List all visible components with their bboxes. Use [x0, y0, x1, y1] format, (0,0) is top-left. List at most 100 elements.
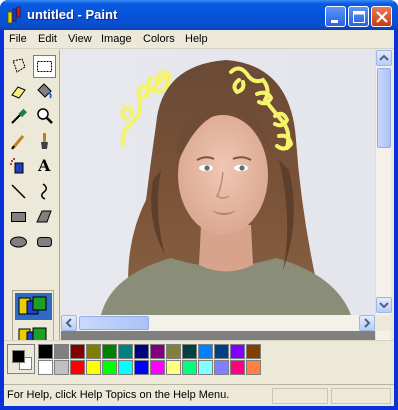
line-icon: [11, 184, 26, 199]
scroll-up-button[interactable]: [376, 50, 392, 66]
eraser-icon: [11, 86, 26, 99]
palette-swatch[interactable]: [182, 360, 197, 375]
ellipse-icon: [10, 236, 27, 248]
tool-free-form-select[interactable]: [7, 55, 30, 78]
brush-icon: [41, 133, 48, 149]
fill-bucket-icon: [37, 83, 52, 99]
airbrush-icon: [10, 158, 24, 174]
palette-swatch[interactable]: [102, 344, 117, 359]
palette-swatch[interactable]: [214, 344, 229, 359]
menu-colors[interactable]: Colors: [143, 33, 175, 45]
scroll-left-button[interactable]: [61, 315, 77, 331]
scroll-down-button[interactable]: [376, 297, 392, 313]
palette-swatch[interactable]: [102, 360, 117, 375]
palette-swatch[interactable]: [166, 344, 181, 359]
menu-view[interactable]: View: [68, 33, 92, 45]
tool-eraser[interactable]: [7, 80, 30, 103]
tool-rectangle[interactable]: [7, 205, 30, 228]
toolbox: A: [4, 50, 60, 358]
tool-polygon[interactable]: [33, 205, 56, 228]
tool-airbrush[interactable]: [7, 155, 30, 178]
minimize-button[interactable]: [325, 6, 346, 27]
palette-swatch[interactable]: [150, 344, 165, 359]
color-palette: [4, 340, 394, 382]
palette-swatch[interactable]: [134, 344, 149, 359]
tool-magnifier[interactable]: [33, 105, 56, 128]
chevron-down-icon: [379, 302, 389, 309]
palette-swatch[interactable]: [70, 360, 85, 375]
palette-swatch[interactable]: [246, 360, 261, 375]
menu-bar: File Edit View Image Colors Help: [4, 30, 394, 49]
paint-app-icon: [6, 6, 22, 24]
palette-swatch[interactable]: [214, 360, 229, 375]
tool-rounded-rectangle[interactable]: [33, 230, 56, 253]
palette-swatch[interactable]: [150, 360, 165, 375]
minimize-icon: [331, 20, 338, 23]
rounded-rectangle-icon: [37, 237, 52, 247]
window-title: untitled - Paint: [27, 7, 118, 22]
maximize-button[interactable]: [348, 6, 369, 27]
rectangle-icon: [11, 212, 26, 222]
polygon-icon: [36, 210, 52, 223]
chevron-left-icon: [65, 318, 72, 328]
palette-swatch[interactable]: [182, 344, 197, 359]
palette-swatch[interactable]: [198, 344, 213, 359]
foreground-color-swatch[interactable]: [12, 350, 25, 363]
current-colors: [7, 344, 35, 374]
palette-swatch[interactable]: [246, 344, 261, 359]
palette-swatch[interactable]: [38, 360, 53, 375]
palette-swatch[interactable]: [230, 344, 245, 359]
eyedropper-icon: [11, 108, 27, 124]
close-button[interactable]: [371, 6, 392, 27]
tool-pencil[interactable]: [7, 130, 30, 153]
close-icon: [376, 11, 388, 23]
option-opaque[interactable]: [15, 293, 52, 320]
pencil-icon: [11, 135, 25, 150]
menu-file[interactable]: File: [9, 33, 27, 45]
horizontal-scrollbar[interactable]: [61, 315, 375, 331]
drawing-canvas[interactable]: [61, 50, 375, 315]
palette-swatch[interactable]: [198, 360, 213, 375]
menu-edit[interactable]: Edit: [38, 33, 57, 45]
tool-pick-color[interactable]: [7, 105, 30, 128]
title-bar[interactable]: untitled - Paint: [0, 0, 398, 30]
menu-help[interactable]: Help: [185, 33, 208, 45]
palette-swatch[interactable]: [134, 360, 149, 375]
rectangle-select-icon: [37, 61, 52, 72]
menu-image[interactable]: Image: [101, 33, 132, 45]
horizontal-scroll-thumb[interactable]: [79, 316, 149, 330]
paint-window: untitled - Paint File Edit View Image Co…: [0, 0, 398, 410]
palette-swatch[interactable]: [54, 360, 69, 375]
status-pane-size: [331, 388, 391, 404]
free-form-select-icon: [12, 58, 26, 73]
palette-swatch[interactable]: [38, 344, 53, 359]
vertical-scrollbar[interactable]: [375, 50, 392, 344]
palette-swatch[interactable]: [166, 360, 181, 375]
tool-ellipse[interactable]: [7, 230, 30, 253]
tool-select[interactable]: [33, 55, 56, 78]
status-pane-coordinates: [272, 388, 328, 404]
tool-line[interactable]: [7, 180, 30, 203]
status-text: For Help, click Help Topics on the Help …: [7, 389, 230, 401]
vertical-scroll-thumb[interactable]: [377, 68, 391, 148]
tool-fill[interactable]: [33, 80, 56, 103]
text-icon: A: [38, 156, 51, 175]
palette-swatch[interactable]: [54, 344, 69, 359]
tool-text[interactable]: A: [33, 155, 56, 178]
client-area: File Edit View Image Colors Help A For H…: [4, 30, 394, 406]
palette-swatch[interactable]: [230, 360, 245, 375]
scroll-right-button[interactable]: [359, 315, 375, 331]
status-bar: For Help, click Help Topics on the Help …: [4, 384, 394, 406]
maximize-icon: [353, 11, 365, 23]
tool-curve[interactable]: [33, 180, 56, 203]
curve-icon: [41, 183, 47, 200]
scrollbar-corner: [375, 315, 391, 331]
canvas-area: [61, 50, 391, 344]
palette-swatch[interactable]: [70, 344, 85, 359]
tool-brush[interactable]: [33, 130, 56, 153]
chevron-up-icon: [379, 54, 389, 61]
palette-swatch[interactable]: [86, 360, 101, 375]
palette-swatch[interactable]: [118, 344, 133, 359]
palette-swatch[interactable]: [86, 344, 101, 359]
palette-swatch[interactable]: [118, 360, 133, 375]
